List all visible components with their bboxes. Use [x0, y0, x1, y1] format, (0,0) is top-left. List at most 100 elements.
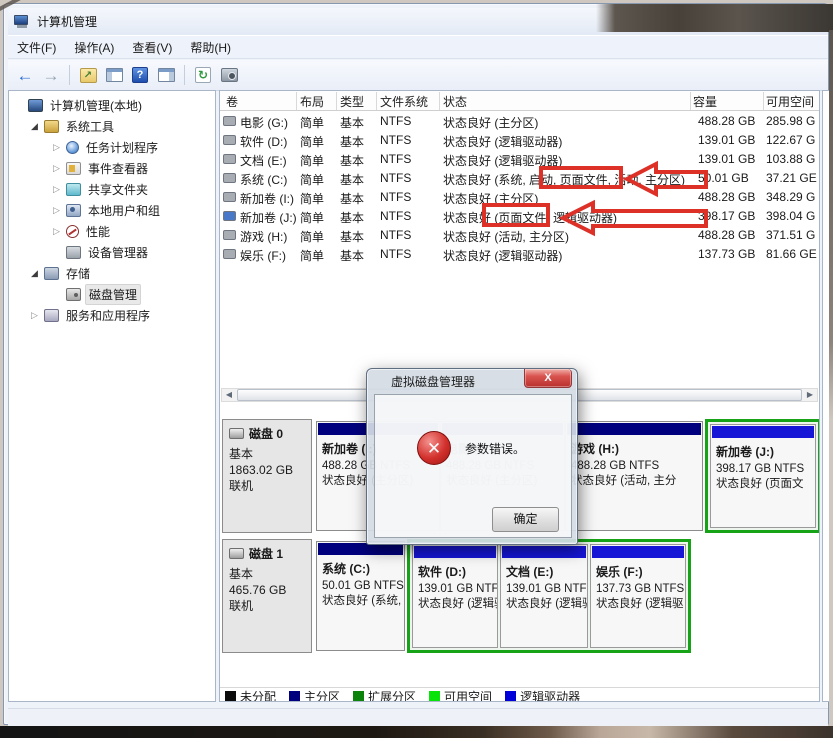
performance-icon — [66, 225, 79, 238]
status-bar — [8, 708, 828, 728]
col-volume[interactable]: 卷 — [226, 93, 238, 110]
forward-button[interactable]: → — [40, 64, 62, 86]
logical-drive-band — [592, 546, 684, 558]
dialog-body: ✕ 参数错误。 确定 — [374, 394, 572, 538]
scroll-left-icon[interactable]: ◀ — [222, 389, 236, 401]
col-status[interactable]: 状态 — [443, 93, 467, 110]
volume-icon — [223, 249, 236, 259]
disk-kind: 基本 — [229, 446, 305, 462]
disk-kind: 基本 — [229, 566, 305, 582]
refresh-button[interactable]: ↻ — [192, 64, 214, 86]
disk-1-row: 磁盘 1 基本 465.76 GB 联机 系统 (C:)50.01 GB NTF… — [222, 539, 819, 653]
menu-help[interactable]: 帮助(H) — [181, 36, 240, 59]
expander-collapsed-icon[interactable]: ▷ — [51, 205, 62, 216]
toolbar-separator — [69, 65, 70, 85]
background-photo-fragment — [596, 4, 833, 32]
table-row-movie-g[interactable]: 电影 (G:)简单基本NTFS状态良好 (主分区)488.28 GB285.98… — [220, 112, 819, 131]
tree-item-performance[interactable]: ▷性能 — [9, 221, 215, 242]
error-icon: ✕ — [417, 431, 451, 465]
col-layout[interactable]: 布局 — [300, 93, 324, 110]
forward-icon: → — [43, 67, 60, 84]
back-button[interactable]: ← — [14, 64, 36, 86]
dialog-title: 虚拟磁盘管理器 — [391, 373, 475, 390]
expander-expanded-icon[interactable]: ◢ — [29, 121, 40, 132]
extended-partition-box: 新加卷 (J:)398.17 GB NTFS状态良好 (页面文 — [705, 419, 820, 533]
disk-icon — [229, 428, 244, 439]
legend-free-space: 可用空间 — [429, 688, 492, 703]
table-row-newvol-i[interactable]: 新加卷 (I:)简单基本NTFS状态良好 (主分区)488.28 GB348.2… — [220, 188, 819, 207]
disk-1-label[interactable]: 磁盘 1 基本 465.76 GB 联机 — [222, 539, 312, 653]
partition-docs-e[interactable]: 文档 (E:)139.01 GB NTFS状态良好 (逻辑驱 — [500, 544, 588, 648]
tree-item-disk-management[interactable]: 磁盘管理 — [9, 284, 215, 305]
table-row-games-h[interactable]: 游戏 (H:)简单基本NTFS状态良好 (活动, 主分区)488.28 GB37… — [220, 226, 819, 245]
tree-item-task-scheduler[interactable]: ▷任务计划程序 — [9, 137, 215, 158]
tree-item-shared-folders[interactable]: ▷共享文件夹 — [9, 179, 215, 200]
disk-0-label[interactable]: 磁盘 0 基本 1863.02 GB 联机 — [222, 419, 312, 533]
tree-item-computer-management[interactable]: 计算机管理(本地) — [9, 95, 215, 116]
logical-drive-band — [712, 426, 814, 438]
menu-file[interactable]: 文件(F) — [8, 36, 65, 59]
disk-manager-button[interactable] — [218, 64, 240, 86]
expander-collapsed-icon[interactable]: ▷ — [51, 142, 62, 153]
ok-button[interactable]: 确定 — [492, 507, 559, 532]
disk-icon — [66, 288, 81, 301]
extended-partition-box: 软件 (D:)139.01 GB NTFS状态良好 (逻辑驱 文档 (E:)13… — [407, 539, 691, 653]
help-button[interactable]: ? — [129, 64, 151, 86]
partition-games-h[interactable]: 游戏 (H:)488.28 GB NTFS状态良好 (活动, 主分 — [565, 421, 703, 531]
col-filesystem[interactable]: 文件系统 — [380, 93, 428, 110]
tree-item-system-tools[interactable]: ◢系统工具 — [9, 116, 215, 137]
expander-collapsed-icon[interactable]: ▷ — [51, 226, 62, 237]
services-icon — [44, 309, 59, 322]
col-free-space[interactable]: 可用空间 — [766, 93, 814, 110]
partition-system-c[interactable]: 系统 (C:)50.01 GB NTFS状态良好 (系统, — [316, 541, 405, 651]
table-row-fun-f[interactable]: 娱乐 (F:)简单基本NTFS状态良好 (逻辑驱动器)137.73 GB81.6… — [220, 245, 819, 264]
partition-software-d[interactable]: 软件 (D:)139.01 GB NTFS状态良好 (逻辑驱 — [412, 544, 498, 648]
expander-expanded-icon[interactable]: ◢ — [29, 268, 40, 279]
partition-legend: 未分配 主分区 扩展分区 可用空间 逻辑驱动器 — [220, 687, 819, 702]
dialog-close-button[interactable]: X — [524, 369, 572, 388]
disk-size: 1863.02 GB — [229, 462, 305, 478]
console-tree-panel: 计算机管理(本地) ◢系统工具 ▷任务计划程序 ▷事件查看器 ▷共享文件夹 ▷本… — [8, 90, 216, 702]
menu-view[interactable]: 查看(V) — [123, 36, 181, 59]
computer-icon — [28, 99, 43, 112]
show-actions-pane-button[interactable] — [155, 64, 177, 86]
table-row-docs-e[interactable]: 文档 (E:)简单基本NTFS状态良好 (逻辑驱动器)139.01 GB103.… — [220, 150, 819, 169]
table-row-system-c[interactable]: 系统 (C:)简单基本NTFS状态良好 (系统, 启动, 页面文件, 活动, 主… — [220, 169, 819, 188]
system-tools-icon — [44, 120, 59, 133]
table-row-newvol-j[interactable]: 新加卷 (J:)简单基本NTFS状态良好 (页面文件, 逻辑驱动器)398.17… — [220, 207, 819, 226]
expander-collapsed-icon[interactable]: ▷ — [51, 184, 62, 195]
volume-icon — [223, 135, 236, 145]
refresh-icon: ↻ — [195, 67, 211, 83]
table-row-software-d[interactable]: 软件 (D:)简单基本NTFS状态良好 (逻辑驱动器)139.01 GB122.… — [220, 131, 819, 150]
tree-item-local-users-groups[interactable]: ▷本地用户和组 — [9, 200, 215, 221]
back-icon: ← — [17, 67, 34, 84]
volume-icon — [223, 230, 236, 240]
expander-collapsed-icon[interactable]: ▷ — [29, 310, 40, 321]
menu-bar: 文件(F) 操作(A) 查看(V) 帮助(H) — [8, 35, 828, 59]
show-actions-pane-icon — [158, 68, 175, 82]
show-console-tree-button[interactable] — [103, 64, 125, 86]
show-console-tree-icon — [106, 68, 123, 82]
tree-item-event-viewer[interactable]: ▷事件查看器 — [9, 158, 215, 179]
partition-newvol-j[interactable]: 新加卷 (J:)398.17 GB NTFS状态良好 (页面文 — [710, 424, 816, 528]
tree-item-services-applications[interactable]: ▷服务和应用程序 — [9, 305, 215, 326]
export-list-button[interactable]: ↗ — [77, 64, 99, 86]
window-icon — [14, 15, 30, 29]
expander-collapsed-icon[interactable]: ▷ — [51, 163, 62, 174]
tree-item-storage[interactable]: ◢存储 — [9, 263, 215, 284]
legend-logical-drive: 逻辑驱动器 — [505, 688, 580, 703]
logical-drive-band — [502, 546, 586, 558]
local-users-icon — [66, 204, 81, 217]
col-type[interactable]: 类型 — [340, 93, 364, 110]
window-title: 计算机管理 — [37, 13, 97, 30]
menu-action[interactable]: 操作(A) — [65, 36, 123, 59]
tree-item-device-manager[interactable]: 设备管理器 — [9, 242, 215, 263]
screenshot-root: { "chrome": { "title": "计算机管理", "menus":… — [0, 0, 833, 738]
scroll-right-icon[interactable]: ▶ — [803, 389, 817, 401]
export-list-icon: ↗ — [80, 68, 97, 83]
volume-icon — [223, 154, 236, 164]
virtual-disk-manager-dialog: 虚拟磁盘管理器 X ✕ 参数错误。 确定 — [366, 368, 578, 545]
partition-fun-f[interactable]: 娱乐 (F:)137.73 GB NTFS状态良好 (逻辑驱 — [590, 544, 686, 648]
volume-icon — [223, 116, 236, 126]
col-capacity[interactable]: 容量 — [693, 93, 717, 110]
